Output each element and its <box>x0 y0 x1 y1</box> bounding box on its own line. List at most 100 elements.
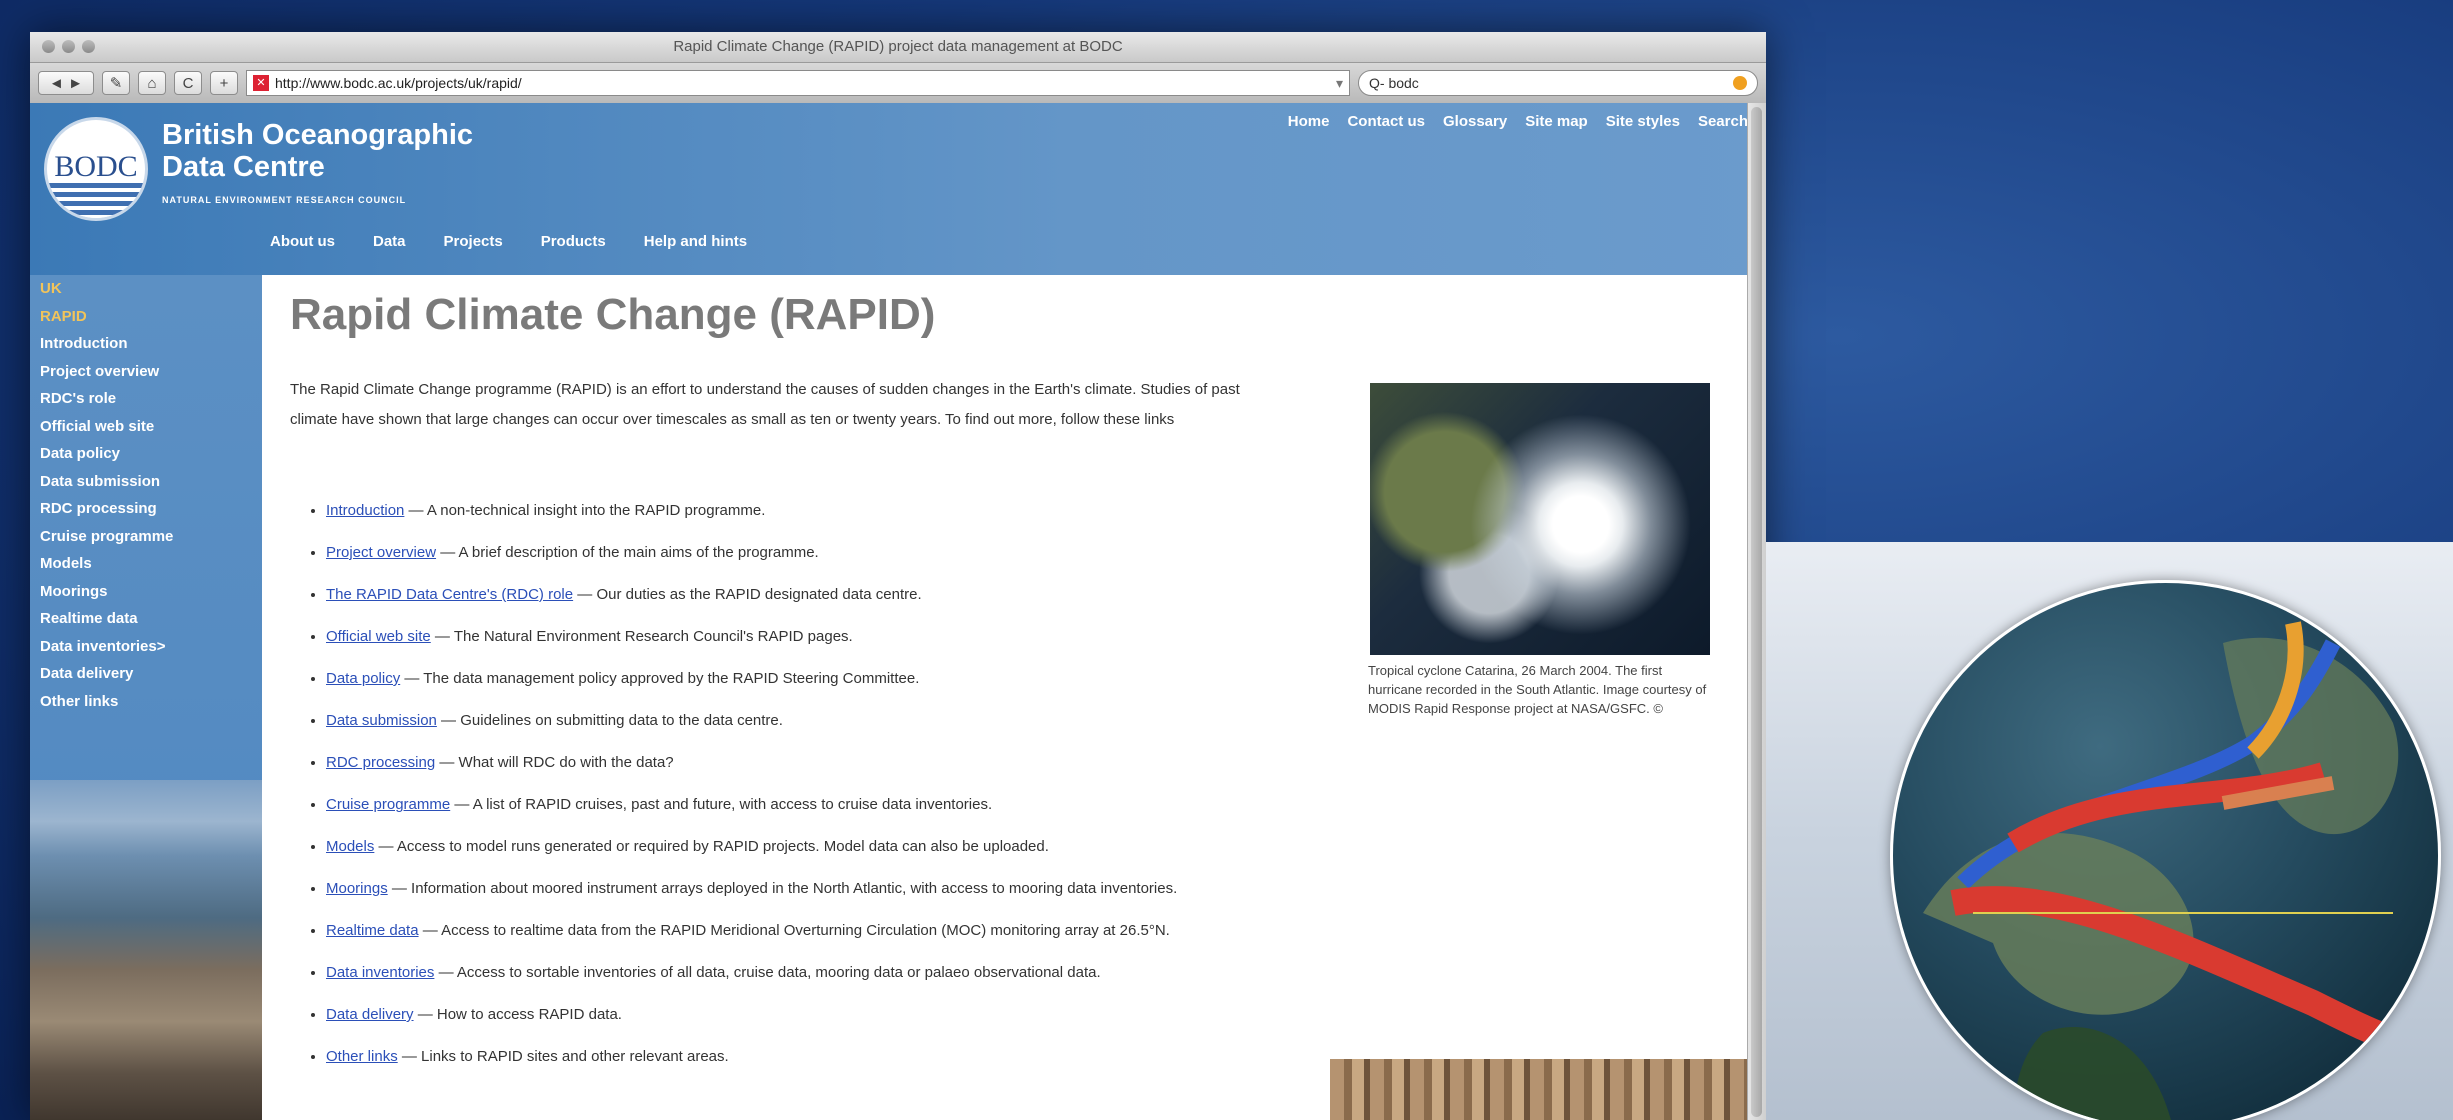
main-nav-link[interactable]: Data <box>373 233 406 250</box>
link-description: — The data management policy approved by… <box>400 670 920 687</box>
back-icon[interactable]: ◄ <box>49 75 64 92</box>
content-link[interactable]: Introduction <box>326 502 404 519</box>
link-description: — A non-technical insight into the RAPID… <box>404 502 766 519</box>
window-controls[interactable] <box>42 40 95 53</box>
search-value[interactable]: Q- bodc <box>1369 75 1419 91</box>
back-forward-buttons[interactable]: ◄ ► <box>38 71 94 95</box>
sidebar-item[interactable]: RAPID <box>40 303 262 331</box>
list-item: The RAPID Data Centre's (RDC) role — Our… <box>326 574 1177 616</box>
content-link[interactable]: Models <box>326 838 374 855</box>
list-item: Data inventories — Access to sortable in… <box>326 952 1177 994</box>
title-bar: Rapid Climate Change (RAPID) project dat… <box>30 32 1766 63</box>
sediment-core-photo <box>1330 1059 1750 1120</box>
web-page: BODC British Oceanographic Data Centre N… <box>30 103 1766 1120</box>
close-window-button[interactable] <box>42 40 55 53</box>
bodc-logo[interactable]: BODC <box>44 117 148 221</box>
content-link[interactable]: Realtime data <box>326 922 419 939</box>
link-description: — A list of RAPID cruises, past and futu… <box>450 796 993 813</box>
main-nav-link[interactable]: Help and hints <box>644 233 747 250</box>
search-field[interactable]: Q- bodc <box>1358 70 1758 96</box>
cyclone-satellite-image <box>1370 383 1710 655</box>
content-link[interactable]: Project overview <box>326 544 436 561</box>
sidebar-item[interactable]: Data inventories> <box>40 633 262 661</box>
home-icon: ⌂ <box>147 74 157 92</box>
content-link[interactable]: Cruise programme <box>326 796 450 813</box>
content-link[interactable]: Data policy <box>326 670 400 687</box>
content-link[interactable]: The RAPID Data Centre's (RDC) role <box>326 586 573 603</box>
main-nav-link[interactable]: Products <box>541 233 606 250</box>
list-item: Data delivery — How to access RAPID data… <box>326 994 1177 1036</box>
content-link[interactable]: Official web site <box>326 628 431 645</box>
add-bookmark-button[interactable]: + <box>210 71 238 95</box>
content-link[interactable]: RDC processing <box>326 754 435 771</box>
list-item: Project overview — A brief description o… <box>326 532 1177 574</box>
plus-icon: + <box>219 74 229 92</box>
sidebar-item[interactable]: Data policy <box>40 440 262 468</box>
content-link[interactable]: Data inventories <box>326 964 434 981</box>
top-nav-link[interactable]: Home <box>1288 113 1330 130</box>
sidebar-item[interactable]: Official web site <box>40 413 262 441</box>
content-link[interactable]: Data delivery <box>326 1006 414 1023</box>
scrollbar-thumb[interactable] <box>1751 107 1762 1117</box>
link-description: — Access to model runs generated or requ… <box>374 838 1049 855</box>
sidebar-item[interactable]: Data submission <box>40 468 262 496</box>
sidebar-item[interactable]: RDC processing <box>40 495 262 523</box>
sidebar-item[interactable]: Cruise programme <box>40 523 262 551</box>
list-item: Moorings — Information about moored inst… <box>326 868 1177 910</box>
main-nav-link[interactable]: Projects <box>444 233 503 250</box>
logo-text: BODC <box>54 150 138 183</box>
reload-icon: C <box>182 74 194 92</box>
list-item: Realtime data — Access to realtime data … <box>326 910 1177 952</box>
sidebar-item[interactable]: RDC's role <box>40 385 262 413</box>
vertical-scrollbar[interactable] <box>1747 103 1766 1120</box>
address-bar[interactable]: ✕ http://www.bodc.ac.uk/projects/uk/rapi… <box>246 70 1350 96</box>
link-description: — Guidelines on submitting data to the d… <box>436 712 783 729</box>
list-item: Models — Access to model runs generated … <box>326 826 1177 868</box>
top-nav-link[interactable]: Contact us <box>1347 113 1425 130</box>
top-nav-link[interactable]: Search <box>1698 113 1748 130</box>
content-link[interactable]: Moorings <box>326 880 388 897</box>
top-nav-link[interactable]: Glossary <box>1443 113 1507 130</box>
link-description: — A brief description of the main aims o… <box>436 544 819 561</box>
sidebar-item[interactable]: Introduction <box>40 330 262 358</box>
minimize-window-button[interactable] <box>62 40 75 53</box>
top-navigation: Home Contact us Glossary Site map Site style… <box>1288 113 1748 130</box>
sidebar-item[interactable]: Moorings <box>40 578 262 606</box>
page-title: Rapid Climate Change (RAPID) <box>290 290 936 339</box>
org-name-line1: British Oceanographic <box>162 119 474 151</box>
main-nav-link[interactable]: About us <box>270 233 335 250</box>
main-navigation: About us Data Projects Products Help and hin… <box>270 233 747 250</box>
sidebar-item[interactable]: Realtime data <box>40 605 262 633</box>
link-description: — Links to RAPID sites and other relevan… <box>397 1048 729 1065</box>
sidebar-item[interactable]: Project overview <box>40 358 262 386</box>
site-header: BODC British Oceanographic Data Centre N… <box>30 103 1766 298</box>
sidebar-item[interactable]: UK <box>40 275 262 303</box>
content-link[interactable]: Other links <box>326 1048 398 1065</box>
link-description: — Access to sortable inventories of all … <box>434 964 1101 981</box>
search-engine-icon[interactable] <box>1733 76 1747 90</box>
sidebar-item[interactable]: Data delivery <box>40 660 262 688</box>
sidebar-item[interactable]: Other links <box>40 688 262 716</box>
forward-icon[interactable]: ► <box>68 75 83 92</box>
reload-button[interactable]: C <box>174 71 202 95</box>
zoom-window-button[interactable] <box>82 40 95 53</box>
organisation-name: British Oceanographic Data Centre <box>162 119 473 183</box>
link-description: — How to access RAPID data. <box>413 1006 622 1023</box>
link-description: — The Natural Environment Research Counc… <box>430 628 853 645</box>
url-dropdown-icon[interactable]: ▾ <box>1336 75 1343 92</box>
link-description: — Our duties as the RAPID designated dat… <box>573 586 922 603</box>
content-link[interactable]: Data submission <box>326 712 437 729</box>
waves-icon <box>47 183 145 218</box>
main-content: Rapid Climate Change (RAPID) The Rapid C… <box>262 275 1750 1120</box>
home-button[interactable]: ⌂ <box>138 71 166 95</box>
top-nav-link[interactable]: Site map <box>1525 113 1588 130</box>
rapid-links-list: Introduction — A non-technical insight i… <box>290 490 1177 1078</box>
edit-button[interactable]: ✎ <box>102 71 130 95</box>
sidebar-item[interactable]: Models <box>40 550 262 578</box>
top-nav-link[interactable]: Site styles <box>1606 113 1680 130</box>
list-item: Introduction — A non-technical insight i… <box>326 490 1177 532</box>
intro-paragraph: The Rapid Climate Change programme (RAPI… <box>290 381 1240 428</box>
url-text[interactable]: http://www.bodc.ac.uk/projects/uk/rapid/ <box>275 75 522 91</box>
list-item: Cruise programme — A list of RAPID cruis… <box>326 784 1177 826</box>
image-caption: Tropical cyclone Catarina, 26 March 2004… <box>1368 663 1707 716</box>
